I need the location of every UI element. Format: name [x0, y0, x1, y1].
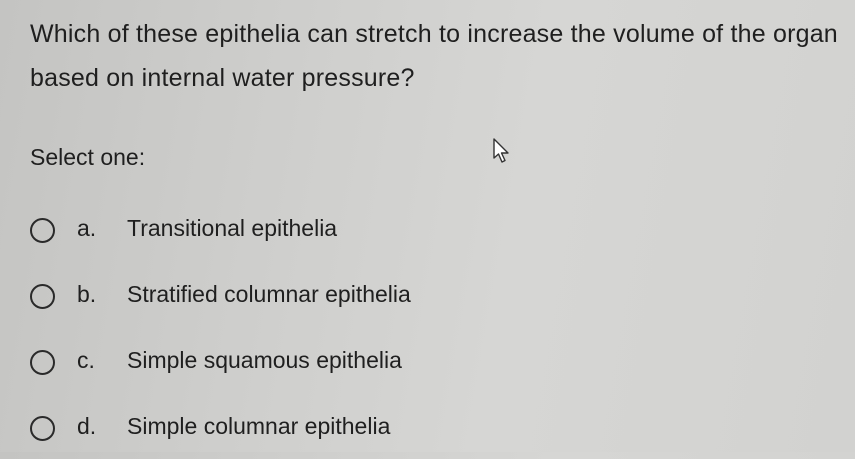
- question-text: Which of these epithelia can stretch to …: [30, 20, 838, 92]
- answer-option-b[interactable]: b. Stratified columnar epithelia: [30, 261, 730, 327]
- option-letter: a.: [77, 214, 97, 241]
- option-letter: c.: [77, 346, 95, 373]
- radio-unchecked-icon[interactable]: [30, 283, 55, 309]
- answer-option-c[interactable]: c. Simple squamous epithelia: [30, 327, 730, 393]
- answer-option-a[interactable]: a. Transitional epithelia: [30, 195, 730, 261]
- option-label[interactable]: Transitional epithelia: [127, 215, 337, 242]
- radio-unchecked-icon[interactable]: [30, 217, 55, 243]
- option-label[interactable]: Simple squamous epithelia: [127, 347, 402, 374]
- answer-option-d[interactable]: d. Simple columnar epithelia: [30, 393, 730, 459]
- option-label[interactable]: Stratified columnar epithelia: [127, 281, 411, 308]
- radio-unchecked-icon[interactable]: [30, 415, 55, 441]
- option-letter: b.: [77, 280, 97, 307]
- answer-options: a. Transitional epithelia b. Stratified …: [30, 195, 730, 459]
- select-one-prompt: Select one:: [30, 144, 146, 170]
- option-label[interactable]: Simple columnar epithelia: [127, 413, 390, 440]
- option-letter: d.: [77, 412, 97, 439]
- radio-unchecked-icon[interactable]: [30, 349, 55, 375]
- mouse-pointer-icon: [493, 138, 509, 163]
